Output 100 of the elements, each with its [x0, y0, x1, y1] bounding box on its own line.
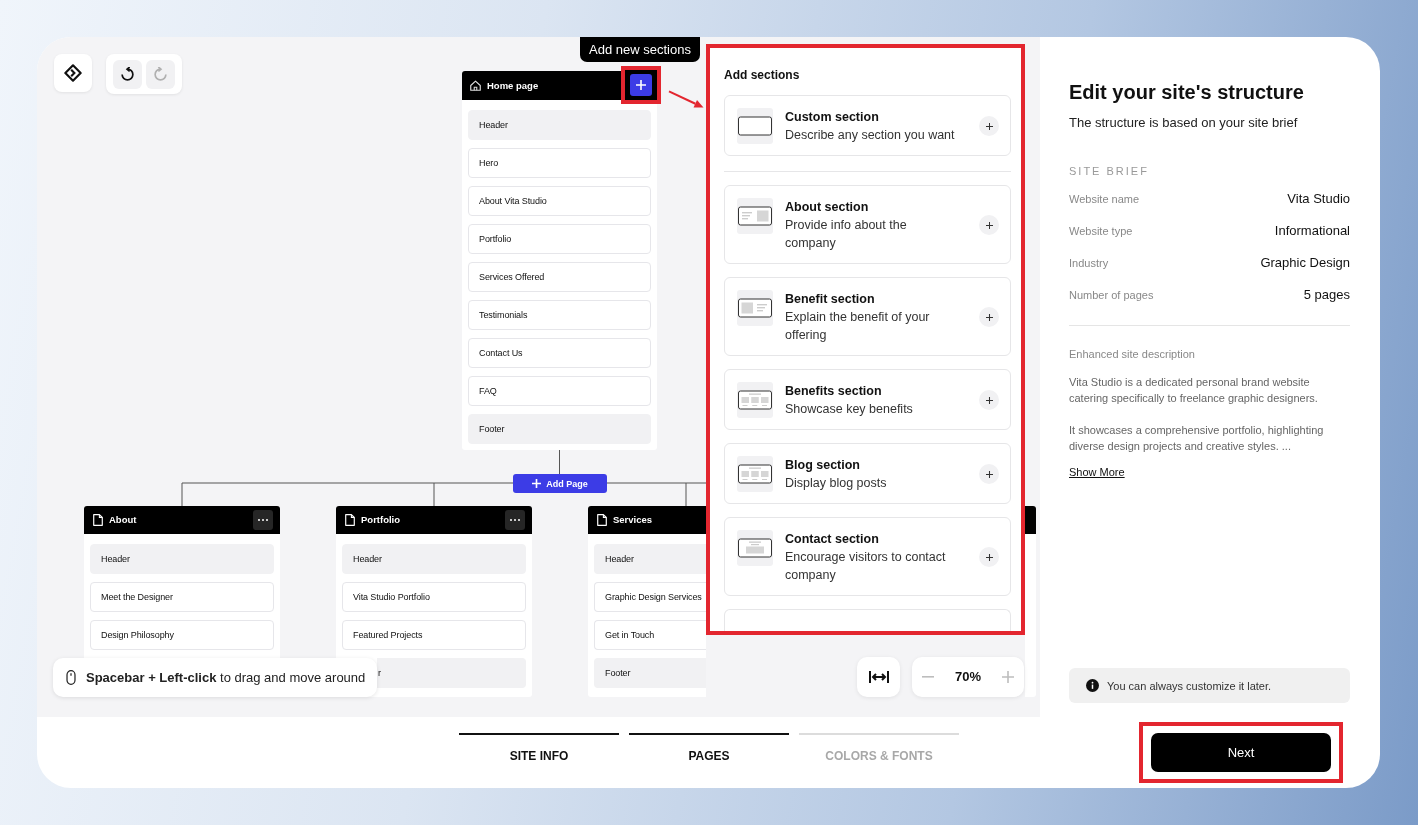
panel-title: Add sections [724, 67, 801, 83]
section-item[interactable]: Graphic Design Services [594, 582, 706, 612]
panel-subtitle: The structure is based on your site brief [1069, 115, 1299, 131]
section-description: Provide info about the company [785, 217, 908, 252]
redo-icon [153, 66, 168, 82]
brief-value: 5 pages [1303, 287, 1350, 303]
plus-icon [985, 396, 993, 404]
description-text: It showcases a comprehensive portfolio, highlighting diverse design projects and creative styles. ... [1069, 423, 1325, 454]
home-icon [470, 80, 481, 91]
annotation-arrow [668, 90, 704, 109]
section-item[interactable]: Header [468, 110, 651, 140]
plus-icon [985, 553, 993, 561]
page-title: About [109, 514, 137, 526]
section-item[interactable]: Header [342, 544, 526, 574]
section-heading: SITE BRIEF [1069, 164, 1150, 178]
next-button[interactable]: Next [1151, 733, 1331, 772]
section-title: Contact section [785, 531, 880, 548]
undo-button[interactable] [113, 59, 142, 89]
add-button[interactable] [979, 116, 999, 136]
section-item[interactable]: Footer [594, 658, 706, 688]
plus-icon [1002, 671, 1014, 683]
logo-button[interactable] [54, 54, 92, 92]
section-item[interactable]: Header [594, 544, 706, 574]
section-item[interactable]: Portfolio [468, 224, 651, 254]
section-description: Explain the benefit of your offering [785, 309, 931, 344]
section-item[interactable]: Design Philosophy [90, 620, 274, 650]
section-item[interactable]: Testimonials [468, 300, 651, 330]
logo-icon [64, 64, 82, 82]
brief-label: Number of pages [1069, 288, 1154, 302]
section-item[interactable]: Hero [468, 148, 651, 178]
plus-icon [636, 80, 646, 90]
plus-icon [985, 122, 993, 130]
section-item[interactable]: Services Offered [468, 262, 651, 292]
layout-thumbnail-icon [737, 456, 773, 492]
page-title: Portfolio [361, 514, 401, 526]
panel-title: Edit your site's structure [1069, 80, 1305, 104]
section-title: Blog section [785, 457, 861, 474]
layout-thumbnail-icon [737, 382, 773, 418]
section-title: Benefit section [785, 291, 876, 308]
brief-label: Website type [1069, 224, 1133, 238]
add-button[interactable] [979, 547, 999, 567]
layout-thumbnail-icon [737, 290, 773, 326]
fit-width-button[interactable] [857, 657, 900, 697]
section-title: Custom section [785, 109, 880, 126]
fit-width-icon [868, 671, 889, 683]
section-item[interactable]: FAQ [468, 376, 651, 406]
add-button[interactable] [979, 307, 999, 327]
section-item[interactable]: Vita Studio Portfolio [342, 582, 526, 612]
layout-thumbnail-icon [737, 108, 773, 144]
section-title: About section [785, 199, 870, 216]
page-title: Home page [487, 79, 539, 92]
section-title: Benefits section [785, 383, 883, 400]
brief-label: Website name [1069, 192, 1140, 206]
minus-icon [922, 676, 934, 678]
plus-icon [985, 470, 993, 478]
add-section-button[interactable] [630, 74, 652, 96]
connector-line [559, 449, 560, 475]
brief-value: Informational [1274, 223, 1350, 239]
layout-thumbnail-icon [737, 198, 773, 234]
add-button[interactable] [979, 390, 999, 410]
section-description: Encourage visitors to contact company [785, 549, 947, 584]
plus-icon [532, 479, 542, 488]
hint-text: Spacebar + Left-click to drag and move around [86, 669, 366, 686]
plus-icon [985, 221, 993, 229]
description-label: Enhanced site description [1069, 347, 1196, 361]
tooltip: Add new sections [580, 37, 700, 62]
brief-label: Industry [1069, 256, 1109, 270]
step-tab[interactable]: PAGES [629, 733, 789, 763]
mouse-icon [66, 670, 76, 685]
section-description: Display blog posts [785, 475, 888, 492]
info-icon [1086, 679, 1099, 692]
section-item[interactable]: Get in Touch [594, 620, 706, 650]
page-icon [93, 514, 103, 526]
section-item[interactable]: Featured Projects [342, 620, 526, 650]
show-more-link[interactable]: Show More [1069, 465, 1125, 479]
add-page-button[interactable]: Add Page [513, 474, 607, 493]
add-button[interactable] [979, 215, 999, 235]
zoom-level: 70% [955, 669, 981, 685]
page-title: Services [613, 514, 653, 526]
description-text: Vita Studio is a dedicated personal brand website catering specifically to freelance graphic designers. [1069, 375, 1319, 406]
undo-icon [120, 66, 135, 82]
section-item[interactable]: Contact Us [468, 338, 651, 368]
more-button[interactable] [253, 510, 273, 530]
brief-value: Vita Studio [1287, 191, 1350, 207]
section-item[interactable]: About Vita Studio [468, 186, 651, 216]
section-description: Describe any section you want [785, 127, 956, 144]
section-item[interactable]: Footer [468, 414, 651, 444]
page-icon [597, 514, 607, 526]
more-button[interactable] [505, 510, 525, 530]
brief-value: Graphic Design [1260, 255, 1350, 271]
section-item[interactable]: Meet the Designer [90, 582, 274, 612]
step-tab[interactable]: SITE INFO [459, 733, 619, 763]
section-description: Showcase key benefits [785, 401, 914, 418]
section-item[interactable]: Header [90, 544, 274, 574]
add-button[interactable] [979, 464, 999, 484]
page-icon [345, 514, 355, 526]
section-item[interactable]: r [377, 658, 526, 688]
layout-thumbnail-icon [737, 530, 773, 566]
note-text: You can always customize it later. [1107, 678, 1272, 693]
plus-icon [985, 313, 993, 321]
